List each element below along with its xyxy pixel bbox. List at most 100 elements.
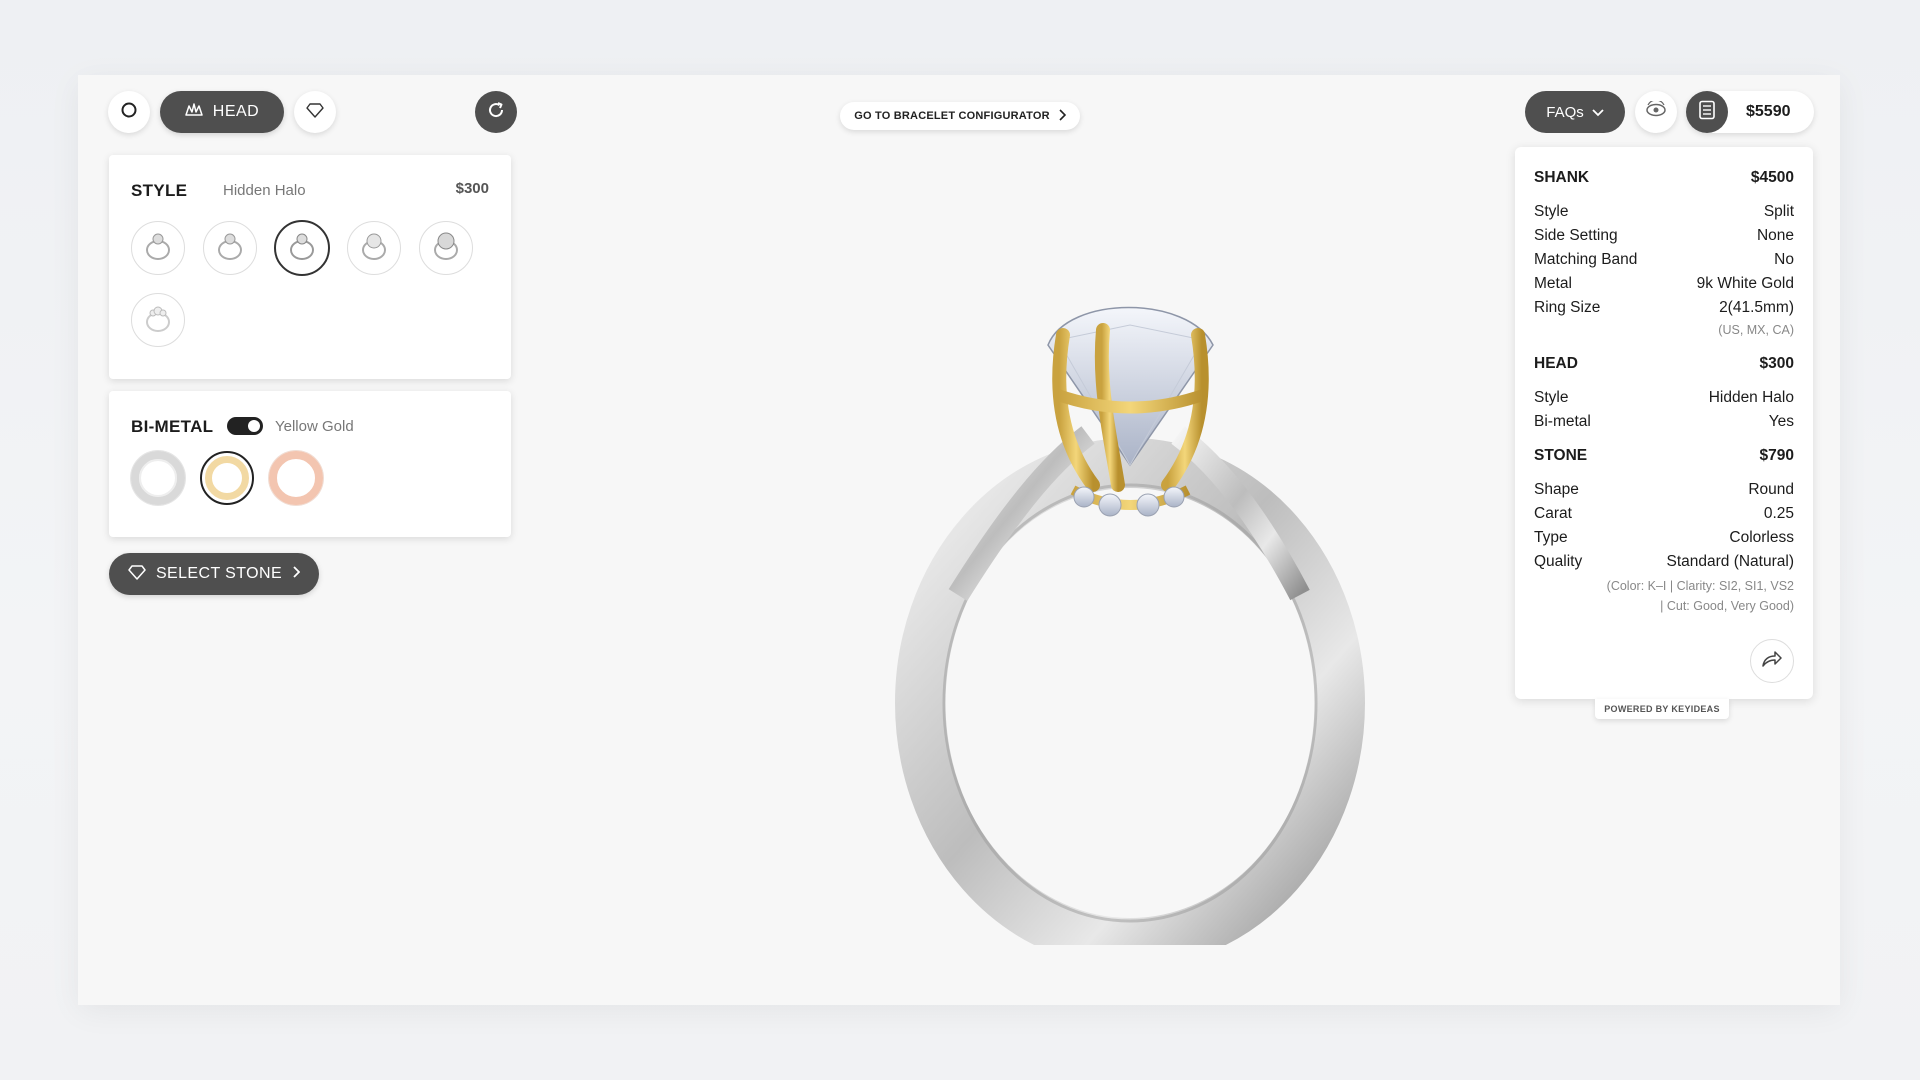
configurator-frame: HEAD GO TO BRACELET CONFIGURATOR STYLE H… <box>78 75 1840 1005</box>
view-360-button[interactable] <box>1635 91 1677 133</box>
chevron-right-icon <box>1058 108 1066 124</box>
summary-row: Style Hidden Halo <box>1534 389 1794 407</box>
head-title: HEAD <box>1534 355 1578 372</box>
row-key: Matching Band <box>1534 251 1638 268</box>
crown-icon <box>185 102 203 122</box>
select-stone-button[interactable]: SELECT STONE <box>109 553 319 595</box>
total-price: $5590 <box>1746 103 1791 120</box>
ring-icon <box>285 229 319 268</box>
row-value: Standard (Natural) <box>1666 553 1794 570</box>
shank-title: SHANK <box>1534 169 1590 186</box>
diamond-icon <box>128 564 146 585</box>
powered-by-badge: POWERED BY KEYIDEAS <box>1595 699 1729 719</box>
faqs-dropdown[interactable]: FAQs <box>1525 91 1625 133</box>
shank-tab-button[interactable] <box>108 91 150 133</box>
summary-panel: SHANK $4500 Style Split Side Setting None … <box>1515 147 1813 699</box>
row-key: Shape <box>1534 481 1579 498</box>
style-option-5[interactable] <box>419 221 473 275</box>
row-value: None <box>1756 227 1794 244</box>
select-stone-label: SELECT STONE <box>155 565 283 582</box>
row-value: 2(41.5mm) <box>1719 299 1794 316</box>
reset-button[interactable] <box>475 91 517 133</box>
list-icon <box>1698 100 1716 125</box>
row-value: Colorless <box>1729 529 1794 546</box>
style-price: $300 <box>455 180 489 197</box>
row-value: No <box>1774 251 1794 268</box>
stone-header: STONE $790 <box>1534 447 1794 465</box>
row-key: Side Setting <box>1534 227 1618 244</box>
row-key: Ring Size <box>1534 299 1601 316</box>
summary-row: Shape Round <box>1534 481 1794 499</box>
stone-price: $790 <box>1759 447 1794 464</box>
row-key: Quality <box>1534 553 1583 570</box>
row-value: 0.25 <box>1763 505 1794 522</box>
bimetal-card: BI-METAL Yellow Gold <box>109 391 511 537</box>
shank-price: $4500 <box>1750 169 1794 186</box>
head-tab-label: HEAD <box>212 103 260 120</box>
style-option-6[interactable] <box>131 293 185 347</box>
total-price-pill[interactable]: $5590 <box>1686 91 1814 133</box>
quality-note-line-2: | Cut: Good, Very Good) <box>1660 599 1794 613</box>
quality-note-line-1: (Color: K–I | Clarity: SI2, SI1, VS2 <box>1606 579 1794 593</box>
row-key: Type <box>1534 529 1568 546</box>
row-key: Style <box>1534 203 1569 220</box>
style-option-1[interactable] <box>131 221 185 275</box>
style-title: STYLE <box>131 181 188 200</box>
eye-rotate-icon <box>1645 99 1667 124</box>
ring-icon <box>141 229 175 268</box>
head-header: HEAD $300 <box>1534 355 1794 373</box>
style-option-2[interactable] <box>203 221 257 275</box>
metal-option-white-gold[interactable] <box>131 451 185 505</box>
metal-option-yellow-gold[interactable] <box>200 451 254 505</box>
style-selected: Hidden Halo <box>223 182 306 199</box>
chevron-right-icon <box>292 565 301 583</box>
summary-row: Quality Standard (Natural) <box>1534 553 1794 571</box>
faqs-label: FAQs <box>1546 103 1584 121</box>
row-key: Bi-metal <box>1534 413 1591 430</box>
bimetal-toggle[interactable] <box>227 417 263 435</box>
row-key: Metal <box>1534 275 1572 292</box>
share-button[interactable] <box>1750 639 1794 683</box>
chevron-down-icon <box>1592 104 1604 121</box>
metal-option-rose-gold[interactable] <box>269 451 323 505</box>
ring-size-note: (US, MX, CA) <box>1718 323 1794 337</box>
head-price: $300 <box>1759 355 1794 372</box>
ring-icon <box>213 229 247 268</box>
row-value: 9k White Gold <box>1696 275 1794 292</box>
bracelet-configurator-link[interactable]: GO TO BRACELET CONFIGURATOR <box>840 102 1080 130</box>
row-value: Yes <box>1768 413 1794 430</box>
refresh-icon <box>486 100 506 125</box>
summary-row: Ring Size 2(41.5mm) <box>1534 299 1794 317</box>
bimetal-selected: Yellow Gold <box>275 418 354 435</box>
ring-outline-icon <box>120 101 138 124</box>
row-value: Round <box>1748 481 1794 498</box>
stone-tab-button[interactable] <box>294 91 336 133</box>
summary-row: Side Setting None <box>1534 227 1794 245</box>
style-card: STYLE Hidden Halo $300 <box>109 155 511 379</box>
bracelet-label: GO TO BRACELET CONFIGURATOR <box>854 110 1050 122</box>
yellow-gold-swatch <box>205 456 249 500</box>
style-option-3[interactable] <box>274 220 330 276</box>
summary-toggle-button[interactable] <box>1686 91 1728 133</box>
row-value: Hidden Halo <box>1708 389 1794 406</box>
share-icon <box>1761 650 1783 673</box>
head-tab-button[interactable]: HEAD <box>160 91 284 133</box>
style-option-4[interactable] <box>347 221 401 275</box>
summary-row: Style Split <box>1534 203 1794 221</box>
summary-row: Metal 9k White Gold <box>1534 275 1794 293</box>
stone-title: STONE <box>1534 447 1588 464</box>
shank-header: SHANK $4500 <box>1534 169 1794 187</box>
ring-icon <box>357 229 391 268</box>
ring-icon <box>429 229 463 268</box>
bimetal-title: BI-METAL <box>131 417 214 436</box>
diamond-icon <box>306 102 324 123</box>
ring-icon <box>141 301 175 340</box>
row-key: Carat <box>1534 505 1572 522</box>
summary-row: Type Colorless <box>1534 529 1794 547</box>
summary-row: Carat 0.25 <box>1534 505 1794 523</box>
summary-row: Matching Band No <box>1534 251 1794 269</box>
row-value: Split <box>1763 203 1794 220</box>
row-key: Style <box>1534 389 1569 406</box>
summary-row: Bi-metal Yes <box>1534 413 1794 431</box>
ring-3d-preview[interactable] <box>848 235 1388 968</box>
